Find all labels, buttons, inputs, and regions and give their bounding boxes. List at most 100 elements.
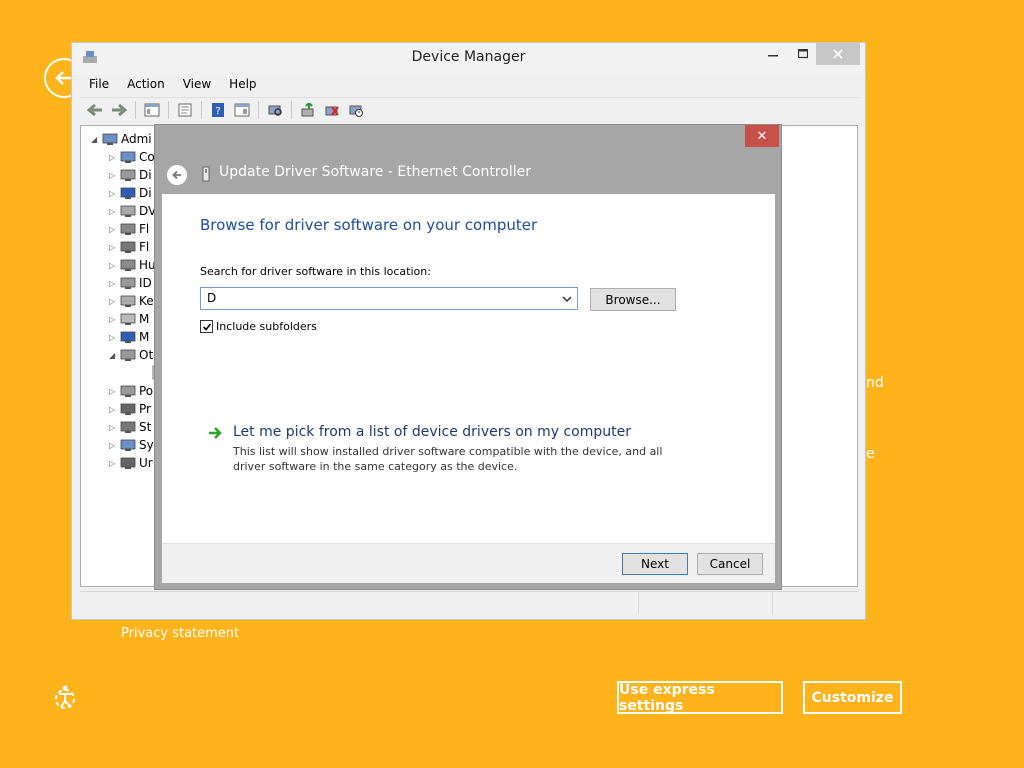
toolbar-help-button[interactable]: ? [207, 100, 229, 120]
cancel-button[interactable]: Cancel [697, 553, 763, 575]
tree-item[interactable]: ▷ Sy [109, 436, 154, 454]
toolbar-scan-hardware-button[interactable] [264, 100, 286, 120]
include-subfolders-checkbox[interactable] [200, 320, 213, 333]
window-title: Device Manager [411, 49, 526, 65]
search-location-label: Search for driver software in this locat… [200, 265, 431, 278]
tree-item-label: Pr [139, 402, 151, 416]
expand-right-arrow-icon[interactable]: ▷ [109, 207, 119, 216]
customize-button[interactable]: Customize [803, 681, 902, 714]
maximize-icon [798, 49, 808, 59]
expand-right-arrow-icon[interactable]: ▷ [109, 279, 119, 288]
toolbar-show-hide-tree-button[interactable] [141, 100, 163, 120]
expand-right-arrow-icon[interactable]: ▷ [109, 423, 119, 432]
ease-of-access-icon[interactable] [52, 684, 80, 712]
expand-right-arrow-icon[interactable]: ▷ [109, 171, 119, 180]
maximize-button[interactable] [788, 43, 818, 65]
search-location-combobox[interactable]: D [200, 287, 578, 310]
partial-background-text: e [866, 446, 875, 462]
menu-action[interactable]: Action [118, 75, 174, 95]
tree-item[interactable]: ▷ Co [109, 148, 155, 166]
tree-item[interactable]: ▷ DV [109, 202, 156, 220]
expand-right-arrow-icon[interactable]: ▷ [109, 297, 119, 306]
pick-from-list-link[interactable]: Let me pick from a list of device driver… [233, 424, 631, 440]
expand-right-arrow-icon[interactable]: ▷ [109, 153, 119, 162]
tree-item-label: Di [139, 168, 152, 182]
green-arrow-icon[interactable] [208, 426, 224, 440]
status-cell [638, 592, 772, 614]
tree-item[interactable]: ▷ Hu [109, 256, 156, 274]
tree-item-label: Ke [139, 294, 154, 308]
browse-button[interactable]: Browse... [590, 288, 676, 311]
action-pane-icon [234, 103, 250, 116]
expand-right-arrow-icon[interactable]: ▷ [109, 315, 119, 324]
tree-item-label: St [139, 420, 152, 434]
expand-right-arrow-icon[interactable]: ▷ [109, 225, 119, 234]
monitor-icon [120, 331, 136, 343]
tree-item[interactable]: ▷ Fl [109, 238, 149, 256]
toolbar-uninstall-button[interactable] [321, 100, 343, 120]
expand-right-arrow-icon[interactable]: ▷ [109, 189, 119, 198]
expand-right-arrow-icon[interactable]: ▷ [109, 387, 119, 396]
menu-file[interactable]: File [80, 75, 118, 95]
menu-view[interactable]: View [174, 75, 220, 95]
expand-right-arrow-icon[interactable]: ▷ [109, 243, 119, 252]
window-close-button[interactable] [816, 43, 860, 65]
toolbar-forward-button[interactable] [108, 100, 130, 120]
tree-item[interactable]: ▷ M [109, 310, 149, 328]
toolbar-enable-device-button[interactable] [345, 100, 367, 120]
tree-item[interactable]: ▷ Di [109, 166, 152, 184]
toolbar-back-button[interactable] [84, 100, 106, 120]
toolbar: ? [80, 97, 858, 121]
expand-right-arrow-icon[interactable]: ▷ [109, 459, 119, 468]
tree-item-label: Ot [139, 348, 154, 362]
checkmark-icon [202, 322, 211, 331]
minimize-button[interactable] [758, 43, 788, 65]
expand-right-arrow-icon[interactable]: ▷ [109, 405, 119, 414]
tree-item[interactable]: ▷ Ur [109, 454, 153, 472]
tree-item[interactable]: ▷ Po [109, 382, 153, 400]
dialog-title: Update Driver Software - Ethernet Contro… [219, 164, 531, 180]
privacy-statement-link[interactable]: Privacy statement [121, 626, 239, 641]
disk-drive-icon [120, 169, 136, 181]
tree-item[interactable]: ▷ Di [109, 184, 152, 202]
tree-item[interactable]: ◢ Admi [91, 130, 152, 148]
port-icon [120, 385, 136, 397]
minimize-icon [768, 55, 778, 57]
toolbar-update-driver-button[interactable] [297, 100, 319, 120]
tree-item[interactable]: ▷ ID [109, 274, 152, 292]
usb-icon [120, 457, 136, 469]
use-express-settings-button[interactable]: Use express settings [617, 681, 783, 714]
toolbar-action-pane-button[interactable] [231, 100, 253, 120]
expand-down-arrow-icon[interactable]: ◢ [91, 135, 101, 144]
tree-item-label: Co [139, 150, 155, 164]
title-bar: Device Manager [72, 43, 865, 73]
tree-item[interactable]: ▷ Pr [109, 400, 151, 418]
enable-device-icon [349, 105, 363, 117]
toolbar-separator [168, 100, 169, 119]
back-arrow-icon [172, 170, 181, 180]
dialog-back-button[interactable] [167, 165, 187, 185]
expand-right-arrow-icon[interactable]: ▷ [109, 333, 119, 342]
floppy-icon [120, 223, 136, 235]
expand-right-arrow-icon[interactable]: ▷ [109, 441, 119, 450]
tree-item[interactable]: ▷ St [109, 418, 151, 436]
uninstall-icon [325, 105, 339, 116]
expand-down-arrow-icon[interactable]: ◢ [109, 351, 119, 360]
toolbar-properties-button[interactable] [174, 100, 196, 120]
toolbar-separator [291, 100, 292, 119]
status-bar [80, 591, 858, 614]
next-button[interactable]: Next [622, 553, 688, 575]
tree-item[interactable]: ◢ Ot [109, 346, 153, 364]
include-subfolders-label[interactable]: Include subfolders [216, 320, 317, 333]
tree-item[interactable]: ▷ Fl [109, 220, 149, 238]
menu-help[interactable]: Help [220, 75, 265, 95]
toolbar-separator [135, 100, 136, 119]
tree-item-label: Ur [139, 456, 153, 470]
expand-right-arrow-icon[interactable]: ▷ [109, 261, 119, 270]
tree-item[interactable]: ▷ M [109, 328, 149, 346]
dialog-close-button[interactable]: ✕ [745, 125, 779, 147]
storage-controller-icon [120, 421, 136, 433]
chevron-down-icon[interactable] [559, 290, 575, 307]
tree-item[interactable]: ▷ Ke [109, 292, 154, 310]
update-driver-dialog: ✕ Update Driver Software - Ethernet Cont… [154, 124, 782, 590]
